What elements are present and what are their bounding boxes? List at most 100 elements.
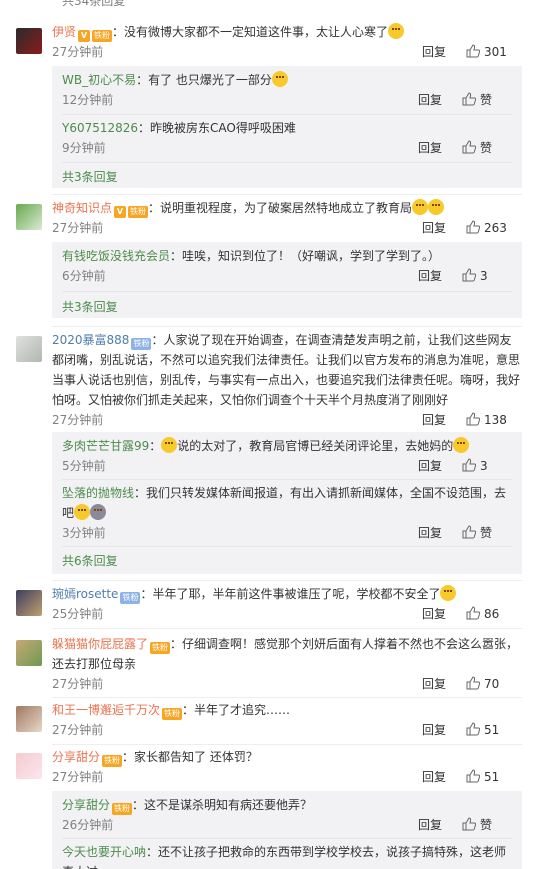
avatar[interactable] (16, 706, 42, 732)
like-count: 赞 (480, 141, 493, 155)
comment-username[interactable]: 和王一博邂逅千万次 (52, 703, 160, 717)
comment-username[interactable]: 神奇知识点 (52, 201, 112, 215)
thumbs-up-icon (462, 268, 476, 282)
like-button[interactable]: 138 (466, 410, 522, 430)
like-button[interactable]: 51 (466, 767, 522, 787)
avatar[interactable] (16, 28, 42, 54)
thumbs-up-icon (466, 769, 480, 783)
like-count: 138 (484, 413, 507, 427)
comment-text: ：家长都告知了 还体罚？ (122, 750, 258, 764)
avatar[interactable] (16, 753, 42, 779)
like-button[interactable]: 70 (466, 674, 522, 694)
replies-box: 分享甜分 铁粉 ：这不是谋杀明知有病还要他弄？ 26分钟前 回复 赞 今天也要开心呐… (52, 791, 522, 869)
comment-time: 27分钟前 (52, 221, 104, 235)
worried-emoji-icon (440, 585, 457, 601)
like-count: 赞 (480, 818, 493, 832)
fan-badge-icon: 铁粉 (128, 206, 149, 218)
reply-button[interactable]: 回复 (418, 90, 442, 110)
replies-box: 有钱吃饭没钱充会员：哇唉，知识到位了！（好嘲讽，学到了学到了。） 6分钟前 回复… (52, 242, 522, 318)
reply-username[interactable]: 分享甜分 (62, 798, 110, 812)
reply-time: 6分钟前 (62, 269, 106, 283)
fan-badge-icon: 铁粉 (120, 592, 141, 604)
reply-button[interactable]: 回复 (422, 604, 446, 624)
reply-button[interactable]: 回复 (418, 456, 442, 476)
comment-time: 27分钟前 (52, 413, 104, 427)
reply-username[interactable]: 坠落的抛物线 (62, 486, 134, 500)
avatar[interactable] (16, 204, 42, 230)
reply-text: ：这不是谋杀明知有病还要他弄？ (132, 798, 313, 812)
replies-box: 多肉芒芒甘露99： 说的太对了，教育局官博已经关闭评论里，去她妈的 5分钟前 回复… (52, 432, 522, 574)
previous-more-replies-link[interactable]: 共34条回复 (62, 0, 125, 9)
reply-text: ：有了 也只爆光了一部分 (136, 73, 272, 87)
reply-button[interactable]: 回复 (422, 42, 446, 62)
like-count: 86 (484, 607, 500, 621)
like-button[interactable]: 301 (466, 42, 522, 62)
fan-badge-icon: 铁粉 (150, 642, 171, 654)
like-button[interactable]: 赞 (462, 523, 512, 543)
reply-username[interactable]: 今天也要开心呐 (62, 845, 146, 859)
reply-button[interactable]: 回复 (418, 266, 442, 286)
more-replies-link[interactable]: 共6条回复 (52, 550, 522, 572)
reply-button[interactable]: 回复 (422, 674, 446, 694)
reply-button[interactable]: 回复 (418, 815, 442, 835)
more-replies-link[interactable]: 共3条回复 (52, 296, 522, 318)
smirk-emoji-icon (412, 199, 429, 215)
like-button[interactable]: 86 (466, 604, 522, 624)
reply-text: 说的太对了，教育局官博已经关闭评论里，去她妈的 (177, 439, 454, 453)
like-button[interactable]: 赞 (462, 90, 512, 110)
like-button[interactable]: 263 (466, 218, 522, 238)
like-count: 70 (484, 677, 500, 691)
thumbs-up-icon (466, 676, 480, 690)
reply-button[interactable]: 回复 (422, 720, 446, 740)
reply-button[interactable]: 回复 (422, 218, 446, 238)
like-count: 51 (484, 723, 500, 737)
reply-time: 26分钟前 (62, 818, 114, 832)
cry-emoji-icon (388, 23, 405, 39)
reply-username[interactable]: 多肉芒芒甘露99 (62, 439, 149, 453)
avatar[interactable] (16, 590, 42, 616)
comment-time: 25分钟前 (52, 607, 104, 621)
like-count: 51 (484, 770, 500, 784)
reply-button[interactable]: 回复 (422, 767, 446, 787)
replies-box: WB_初心不易：有了 也只爆光了一部分 12分钟前 回复 赞 Y60751282… (52, 66, 522, 188)
thumbs-up-icon (466, 220, 480, 234)
thumbs-up-icon (466, 412, 480, 426)
reply-username[interactable]: 有钱吃饭没钱充会员 (62, 249, 170, 263)
comment-time: 27分钟前 (52, 770, 104, 784)
verified-icon: V (114, 206, 127, 218)
fan-badge-icon: 铁粉 (112, 803, 133, 815)
grin-emoji-icon (453, 437, 470, 453)
reply-username[interactable]: Y607512826 (62, 121, 138, 135)
more-replies-link[interactable]: 共3条回复 (52, 166, 522, 188)
fan-badge-icon: 铁粉 (92, 30, 113, 42)
reply-username[interactable]: WB_初心不易 (62, 73, 136, 87)
like-count: 3 (480, 459, 488, 473)
comment-username[interactable]: 琬嫣rosette (52, 587, 118, 601)
comment-username[interactable]: 伊贤 (52, 25, 76, 39)
like-button[interactable]: 3 (462, 456, 512, 476)
thumbs-up-icon (466, 722, 480, 736)
comment-text: ：半年了耶，半年前这件事被谁压了呢，学校都不安全了 (140, 587, 441, 601)
like-button[interactable]: 51 (466, 720, 522, 740)
comment-time: 27分钟前 (52, 677, 104, 691)
reply-button[interactable]: 回复 (418, 138, 442, 158)
thumbs-up-icon (462, 817, 476, 831)
reply-button[interactable]: 回复 (422, 410, 446, 430)
comment-username[interactable]: 2020暴富888 (52, 333, 129, 347)
like-button[interactable]: 赞 (462, 815, 512, 835)
reply-button[interactable]: 回复 (418, 523, 442, 543)
like-button[interactable]: 赞 (462, 138, 512, 158)
fan-badge-icon: 铁粉 (102, 755, 123, 767)
comment-time: 27分钟前 (52, 45, 104, 59)
reply-time: 9分钟前 (62, 141, 106, 155)
avatar[interactable] (16, 336, 42, 362)
avatar[interactable] (16, 640, 42, 666)
comment-username[interactable]: 躲猫猫你屁屁露了 (52, 637, 148, 651)
like-count: 301 (484, 45, 507, 59)
like-button[interactable]: 3 (462, 266, 512, 286)
thumbs-up-icon (462, 92, 476, 106)
shock-emoji-icon (428, 199, 445, 215)
comment-username[interactable]: 分享甜分 (52, 750, 100, 764)
fan-badge-icon: 铁粉 (131, 338, 152, 350)
comment-text: ：说明重视程度，为了破案居然特地成立了教育局 (148, 201, 413, 215)
